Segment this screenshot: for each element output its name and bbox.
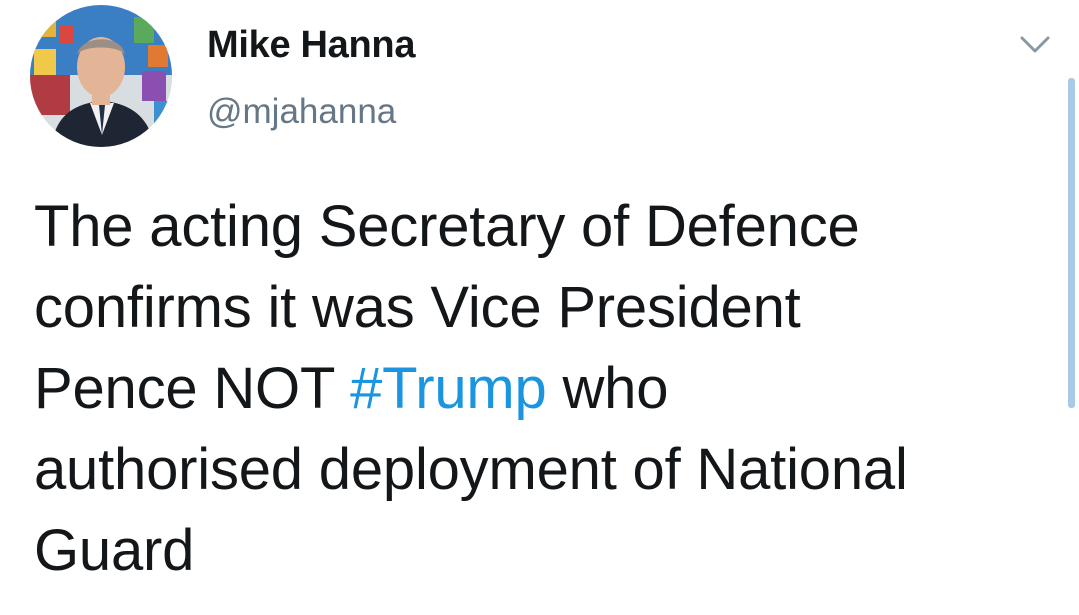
author-handle[interactable]: @mjahanna xyxy=(207,92,396,132)
author-display-name[interactable]: Mike Hanna xyxy=(207,24,415,67)
scrollbar[interactable] xyxy=(1068,78,1075,408)
hashtag-link-trump[interactable]: #Trump xyxy=(350,356,547,421)
tweet-card: Mike Hanna @mjahanna The acting Secretar… xyxy=(0,0,1079,615)
tweet-text-line: Guard xyxy=(34,518,195,583)
tweet-text-line: Pence NOT #Trump who xyxy=(34,348,1054,429)
tweet-text-segment: Pence NOT xyxy=(34,356,351,421)
tweet-text-segment: who xyxy=(546,356,669,421)
tweet-text-line: confirms it was Vice President xyxy=(34,275,801,340)
tweet-text: The acting Secretary of Defence confirms… xyxy=(34,186,1054,591)
avatar-image xyxy=(30,5,172,147)
tweet-text-line: authorised deployment of National xyxy=(34,437,908,502)
tweet-text-line: The acting Secretary of Defence xyxy=(34,194,860,259)
chevron-down-icon[interactable] xyxy=(1018,31,1052,57)
avatar[interactable] xyxy=(30,5,172,147)
